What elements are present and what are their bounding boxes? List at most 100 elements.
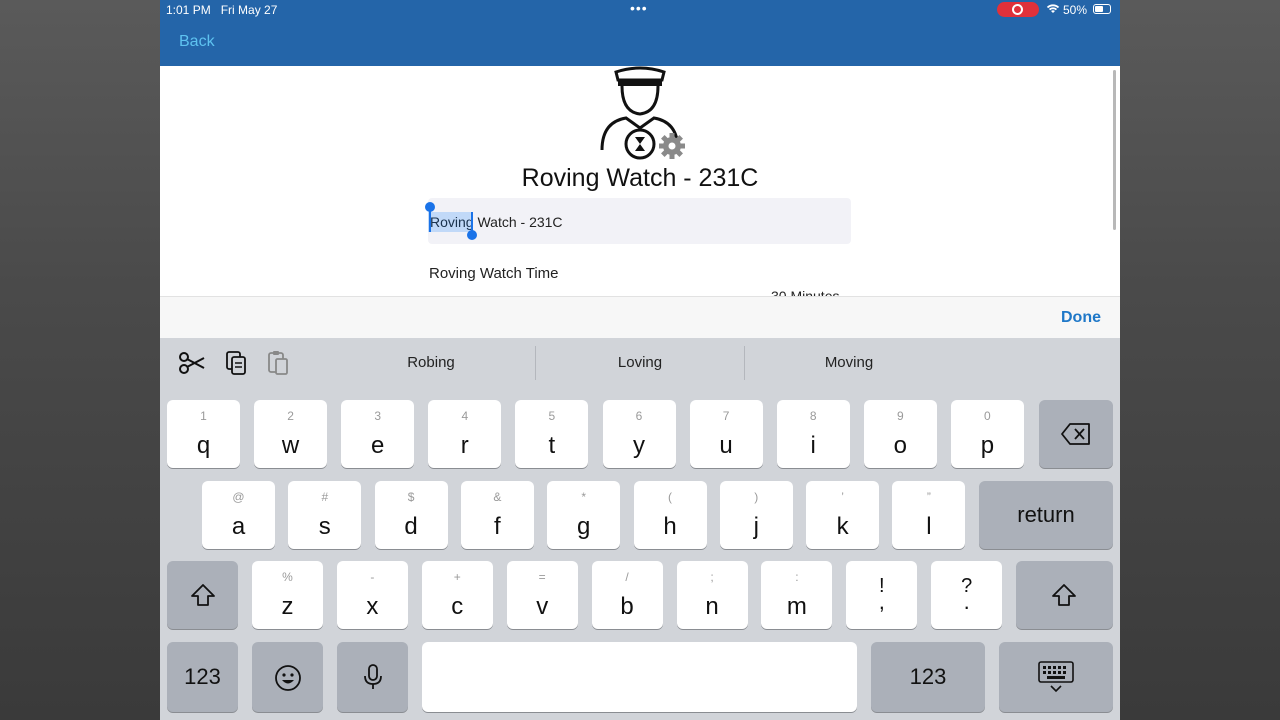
key-6[interactable]: ; n [676,561,748,629]
key-label: u [719,432,733,459]
return-key[interactable]: return [979,481,1113,549]
key-alt-label: 7 [722,409,730,423]
paste-icon[interactable] [264,350,292,376]
key-alt-label: 4 [461,409,469,423]
key-label: c [451,593,464,620]
key-label: q [196,432,211,459]
keyboard-hide-icon [1038,661,1074,693]
multitasking-dots-icon[interactable]: ••• [630,0,648,16]
key-4[interactable]: = v [506,561,578,629]
key-8[interactable]: !, [846,561,918,629]
key-7[interactable]: ) j [719,481,793,549]
text-selection-highlight [428,212,472,232]
key-alt-label: ’ [841,490,844,504]
selection-end-line [471,212,473,232]
copy-icon[interactable] [222,350,250,376]
selection-end-handle[interactable] [467,230,477,240]
status-time: 1:01 PM Fri May 27 [166,3,278,17]
key-label: r [460,432,469,459]
dictation-key[interactable] [337,642,408,712]
key-alt-label: : [795,570,799,584]
keyboard-accessory-bar: Done [160,296,1120,338]
wifi-icon [1045,1,1061,18]
key-label: k [836,513,849,540]
numbers-key-left[interactable]: 123 [167,642,238,712]
key-label: o [893,432,907,459]
key-alt-label: # [321,490,329,504]
key-1[interactable]: 1q [167,400,240,468]
emoji-key[interactable] [252,642,323,712]
key-8[interactable]: 8i [776,400,850,468]
cut-icon[interactable] [178,350,206,376]
key-alt-label: ; [710,570,714,584]
key-4[interactable]: & f [460,481,534,549]
watch-name-input[interactable]: Roving Watch - 231C [428,198,851,244]
key-alt-label: = [538,570,546,584]
key-2[interactable]: 2w [254,400,328,468]
key-1[interactable]: @ a [202,481,275,549]
keyboard: Robing Loving Moving 1q2w3e4r5t6y7u8i9o0… [160,338,1120,720]
key-5[interactable]: 5t [515,400,589,468]
key-6[interactable]: 6y [602,400,676,468]
key-label: i [810,432,816,459]
key-alt-label: 9 [896,409,904,423]
dismiss-keyboard-key[interactable] [999,642,1113,712]
key-label: b [620,593,634,620]
shift-key-right[interactable] [1016,561,1113,629]
key-alt-label: % [282,570,293,584]
key-5[interactable]: * g [547,481,621,549]
key-label: p [980,432,995,459]
key-6[interactable]: (h [633,481,707,549]
key-4[interactable]: 4r [428,400,502,468]
watch-time-label: Roving Watch Time [429,265,559,282]
key-5[interactable]: / b [591,561,663,629]
key-3[interactable]: 3e [341,400,415,468]
key-label: t [548,432,556,459]
key-alt-label: 1 [200,409,207,423]
done-button[interactable]: Done [1061,309,1101,327]
key-3[interactable]: + c [421,561,493,629]
key-2[interactable]: # s [288,481,362,549]
key-alt-label: 8 [809,409,817,423]
key-alt-label: & [493,490,502,504]
key-label: w [281,432,300,459]
key-label: s [318,513,331,540]
space-bar[interactable] [422,642,857,712]
numbers-key-right[interactable]: 123 [871,642,985,712]
key-label: v [536,593,549,620]
key-9[interactable]: ” l [892,481,966,549]
suggestion-3[interactable]: Moving [745,354,953,371]
scrollbar[interactable] [1113,70,1116,230]
key-10[interactable]: 0p [950,400,1024,468]
microphone-icon [364,664,382,689]
delete-key[interactable] [1039,400,1113,468]
key-label: m [786,593,807,620]
key-2[interactable]: -x [336,561,408,629]
navigation-bar: Back [160,20,1120,66]
key-3[interactable]: $ d [374,481,448,549]
back-button[interactable]: Back [179,33,215,51]
key-1[interactable]: % z [252,561,323,629]
shift-icon [1052,584,1076,606]
key-7[interactable]: 7u [689,400,763,468]
key-7[interactable]: :m [761,561,833,629]
screen-recording-icon[interactable] [997,2,1039,17]
emoji-icon [275,665,301,691]
form-content: Roving Watch - 231C Roving Watch - 231C … [160,66,1120,304]
key-alt-label: ) [754,490,759,504]
quicktype-bar: Robing Loving Moving [160,338,1120,388]
key-9[interactable]: 9o [863,400,937,468]
shift-key-left[interactable] [167,561,238,629]
key-label: e [371,432,385,459]
suggestion-2[interactable]: Loving [536,354,744,371]
key-8[interactable]: ’ k [806,481,880,549]
suggestion-1[interactable]: Robing [327,354,535,371]
battery-icon [1093,4,1111,14]
key-alt-label: * [581,490,587,504]
key-9[interactable]: ?. [931,561,1003,629]
background-right [1120,0,1280,720]
key-label: j [753,513,759,540]
key-alt-label: 2 [287,409,294,423]
key-alt-label: + [453,570,461,584]
key-label: h [663,513,677,540]
